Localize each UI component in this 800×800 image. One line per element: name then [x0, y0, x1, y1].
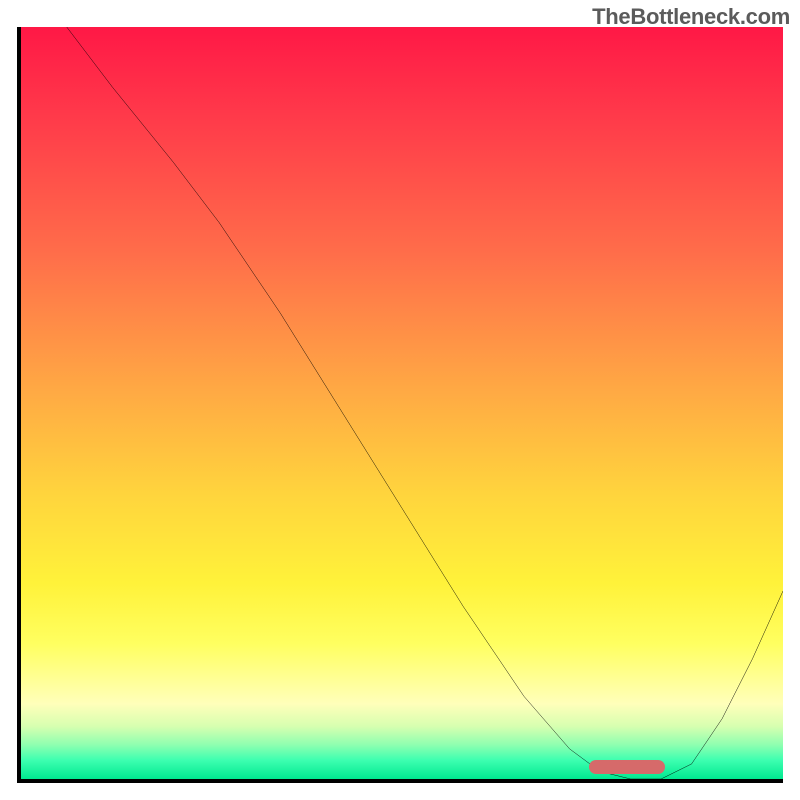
- optimal-range-pill: [589, 760, 665, 774]
- heat-gradient-background: [21, 27, 783, 779]
- watermark-text: TheBottleneck.com: [592, 4, 790, 30]
- chart-frame: TheBottleneck.com: [0, 0, 800, 800]
